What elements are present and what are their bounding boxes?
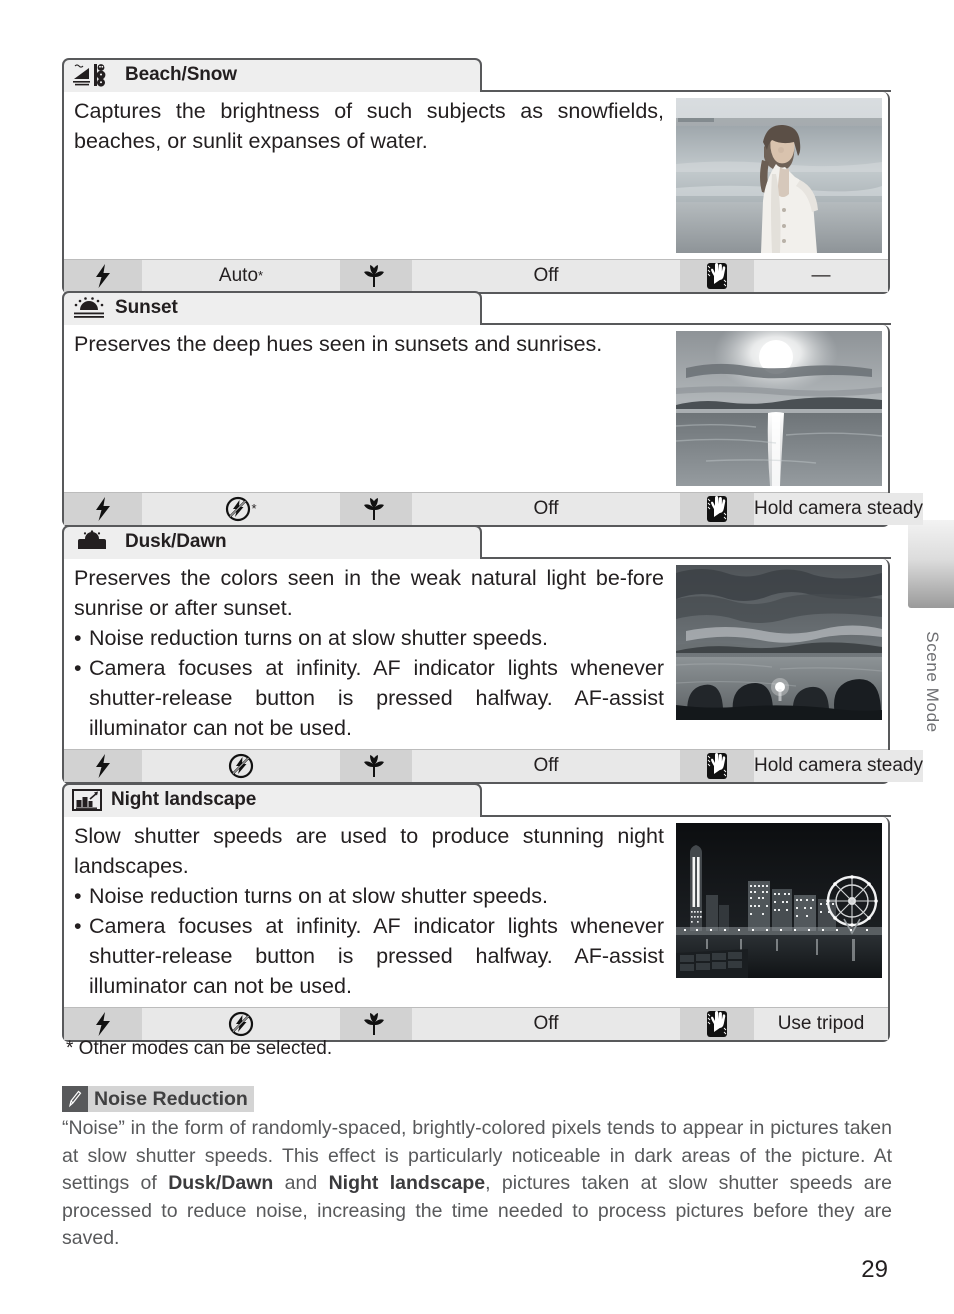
flash-off-icon <box>225 496 251 522</box>
shake-value: — <box>754 260 888 292</box>
dusk-dawn-icon <box>72 530 116 554</box>
shake-value: Hold camera steady <box>754 750 923 782</box>
dusk-photo <box>676 565 882 720</box>
footnote: * Other modes can be selected. <box>66 1038 333 1059</box>
flash-icon <box>64 750 142 782</box>
macro-tulip-icon <box>340 1008 412 1040</box>
settings-strip: Auto * Off — <box>64 259 888 292</box>
flash-value <box>142 1008 340 1040</box>
camera-shake-icon <box>680 750 754 782</box>
note-noise-reduction: Noise Reduction “Noise” in the form of r… <box>62 1086 892 1253</box>
card-header: Beach/Snow <box>62 58 890 95</box>
scene-card-sunset: Sunset Preserves the deep hues seen in s… <box>62 291 923 527</box>
card-header: Sunset <box>62 291 890 328</box>
shake-value: Hold camera steady <box>754 493 923 525</box>
flash-icon <box>64 493 142 525</box>
macro-value: Off <box>412 260 680 292</box>
macro-value: Off <box>412 493 680 525</box>
card-text: Preserves the colors seen in the weak na… <box>64 559 676 749</box>
flash-value: Auto * <box>142 260 340 292</box>
card-title: Sunset <box>115 297 178 318</box>
shake-value: Use tripod <box>754 1008 888 1040</box>
list-item: Camera focuses at infinity. AF indicator… <box>74 653 664 743</box>
settings-strip: Off Use tripod <box>64 1007 888 1040</box>
card-photo <box>676 559 888 749</box>
note-body-part2: and <box>273 1172 329 1194</box>
page-number: 29 <box>861 1256 888 1283</box>
macro-tulip-icon <box>340 260 412 292</box>
manual-page: Scene Mode Beach/Snow Captures the brigh… <box>0 0 954 1314</box>
side-tab-label: Scene Mode <box>923 631 942 733</box>
macro-value: Off <box>412 750 680 782</box>
beach-snow-icon <box>72 63 116 87</box>
flash-icon <box>64 260 142 292</box>
card-photo <box>676 325 888 492</box>
night-landscape-icon <box>72 788 102 812</box>
macro-value: Off <box>412 1008 680 1040</box>
list-item: Noise reduction turns on at slow shutter… <box>74 881 664 911</box>
camera-shake-icon <box>680 493 754 525</box>
card-body: Preserves the colors seen in the weak na… <box>62 556 923 784</box>
side-tab-scene-mode: Scene Mode <box>908 520 954 780</box>
card-text: Preserves the deep hues seen in sunsets … <box>64 325 676 492</box>
note-title: Noise Reduction <box>88 1086 254 1112</box>
flash-icon <box>64 1008 142 1040</box>
settings-strip: Off Hold camera steady <box>64 749 923 782</box>
card-body: Slow shutter speeds are used to produce … <box>62 814 891 1042</box>
card-header: Night landscape <box>62 783 890 820</box>
list-item: Camera focuses at infinity. AF indicator… <box>74 911 664 1001</box>
card-title: Night landscape <box>111 789 257 810</box>
card-header: Dusk/Dawn <box>62 525 890 562</box>
flash-off-icon <box>228 753 254 779</box>
settings-strip: * Off Hold camera steady <box>64 492 923 525</box>
beach-photo <box>676 98 882 253</box>
scene-description: Slow shutter speeds are used to produce … <box>74 824 664 878</box>
scene-card-night-landscape: Night landscape Slow shutter speeds are … <box>62 783 891 1042</box>
sunset-photo <box>676 331 882 486</box>
flash-value <box>142 750 340 782</box>
note-bold-dusk-dawn: Dusk/Dawn <box>168 1172 274 1194</box>
card-body: Preserves the deep hues seen in sunsets … <box>62 322 923 527</box>
night-city-photo <box>676 823 882 978</box>
scene-bullets: Noise reduction turns on at slow shutter… <box>74 623 664 743</box>
camera-shake-icon <box>680 260 754 292</box>
card-text: Captures the brightness of such subjects… <box>64 92 676 259</box>
scene-bullets: Noise reduction turns on at slow shutter… <box>74 881 664 1001</box>
note-body: “Noise” in the form of randomly-spaced, … <box>62 1115 892 1253</box>
card-body: Captures the brightness of such subjects… <box>62 89 891 294</box>
flash-value-text: Auto <box>218 265 259 286</box>
flash-value: * <box>142 493 340 525</box>
pencil-icon <box>62 1086 88 1112</box>
list-item: Noise reduction turns on at slow shutter… <box>74 623 664 653</box>
flash-off-icon <box>228 1011 254 1037</box>
card-photo <box>676 92 888 259</box>
card-text: Slow shutter speeds are used to produce … <box>64 817 676 1007</box>
camera-shake-icon <box>680 1008 754 1040</box>
card-title: Dusk/Dawn <box>125 531 227 552</box>
scene-description: Preserves the deep hues seen in sunsets … <box>74 332 603 356</box>
scene-description: Captures the brightness of such subjects… <box>74 99 664 153</box>
macro-tulip-icon <box>340 750 412 782</box>
sunset-icon <box>72 296 106 320</box>
scene-card-beach-snow: Beach/Snow Captures the brightness of su… <box>62 58 891 294</box>
scene-description: Preserves the colors seen in the weak na… <box>74 566 664 620</box>
scene-card-dusk-dawn: Dusk/Dawn Preserves the colors seen in t… <box>62 525 923 784</box>
card-photo <box>676 817 888 1007</box>
card-title: Beach/Snow <box>125 64 237 85</box>
macro-tulip-icon <box>340 493 412 525</box>
note-bold-night-landscape: Night landscape <box>328 1172 486 1194</box>
